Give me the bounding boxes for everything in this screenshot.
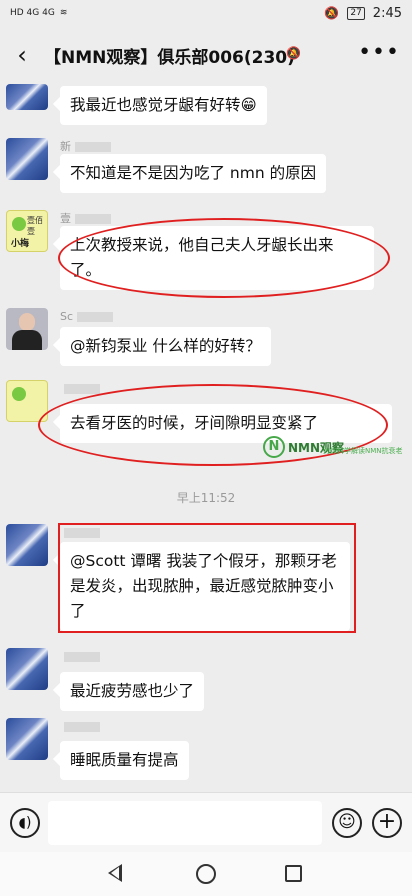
chat-area[interactable]: 我最近也感觉牙龈有好转😁 新 不知道是不是因为吃了 nmn 的原因 壹佰壹 小梅… [0, 84, 412, 792]
message-text: 我最近也感觉牙龈有好转😁 [70, 96, 257, 114]
input-bar: ◖) ☺ + [0, 792, 412, 852]
message-text: 去看牙医的时候，牙间隙明显变紧了 [70, 414, 319, 432]
message-bubble[interactable]: 睡眠质量有提高 [60, 741, 189, 780]
avatar[interactable] [6, 524, 48, 566]
emoji-icon[interactable]: ☺ [332, 808, 362, 838]
nav-recents-icon[interactable] [285, 865, 302, 882]
message-bubble[interactable]: 上次教授来说，他自己夫人牙龈长出来了。 [60, 226, 374, 290]
timestamp: 早上11:52 [176, 491, 236, 505]
chevron-left-icon[interactable]: ‹ [8, 41, 36, 69]
clock: 2:45 [372, 5, 402, 21]
message-text: 不知道是不是因为吃了 nmn 的原因 [70, 164, 317, 182]
battery-level: 27 [347, 6, 365, 20]
message-text: @新钧泵业 什么样的好转？ [70, 337, 261, 355]
avatar-brand-text: 壹佰壹 [27, 216, 43, 236]
avatar[interactable] [6, 718, 48, 760]
sender-name [60, 720, 120, 734]
wifi-icon: ≋ [59, 8, 68, 18]
avatar[interactable] [6, 308, 48, 350]
message-text: 睡眠质量有提高 [70, 751, 179, 769]
avatar[interactable]: 壹佰壹 小梅 [6, 210, 48, 252]
mute-bell-icon: 🔕 [286, 46, 301, 60]
nmn-logo-icon: N [263, 436, 285, 458]
brand-watermark: N NMN观察 为你科学解读NMN抗衰老 [263, 432, 403, 462]
nav-home-icon[interactable] [196, 864, 216, 884]
nav-back-icon[interactable] [108, 864, 122, 882]
message-bubble[interactable]: 我最近也感觉牙龈有好转😁 [60, 86, 267, 125]
sender-name: Sc [60, 310, 120, 324]
sender-name [60, 650, 120, 664]
sender-name [60, 382, 120, 396]
logo-icon [12, 217, 26, 231]
more-icon[interactable]: ••• [358, 40, 400, 65]
sender-name [60, 526, 120, 540]
message-bubble[interactable]: 最近疲劳感也少了 [60, 672, 205, 711]
voice-input-icon[interactable]: ◖) [10, 808, 40, 838]
status-bar: HD 4G 4G ≋ 🔕 27 2:45 [0, 0, 412, 26]
message-text: @Scott 谭曙 我装了个假牙，那颗牙老是发炎，出现脓肿，最近感觉脓肿变小了 [70, 552, 337, 620]
status-right: 🔕 27 2:45 [324, 6, 402, 21]
avatar[interactable] [6, 84, 48, 110]
sender-name: 壹 [60, 210, 120, 225]
signal-text: HD 4G 4G [10, 8, 55, 18]
chat-title: 【NMN观察】俱乐部006(230) [44, 48, 295, 68]
message-bubble[interactable]: 不知道是不是因为吃了 nmn 的原因 [60, 154, 327, 193]
logo-icon [12, 387, 26, 401]
avatar[interactable] [6, 138, 48, 180]
plus-icon[interactable]: + [372, 808, 402, 838]
signal-indicators: HD 4G 4G ≋ [10, 8, 67, 18]
message-input[interactable] [48, 801, 322, 845]
avatar-name-text: 小梅 [11, 239, 30, 249]
chat-header: ‹ 【NMN观察】俱乐部006(230) 🔕 ••• [0, 26, 412, 84]
avatar[interactable] [6, 648, 48, 690]
avatar[interactable] [6, 380, 48, 422]
message-text: 上次教授来说，他自己夫人牙龈长出来了。 [70, 236, 334, 279]
mute-notification-icon: 🔕 [324, 6, 340, 20]
message-bubble[interactable]: @新钧泵业 什么样的好转？ [60, 327, 271, 366]
watermark-subtitle: 为你科学解读NMN抗衰老 [323, 447, 403, 455]
message-bubble[interactable]: @Scott 谭曙 我装了个假牙，那颗牙老是发炎，出现脓肿，最近感觉脓肿变小了 [60, 542, 350, 631]
sender-name: 新 [60, 138, 120, 153]
system-nav-bar [0, 852, 412, 896]
message-text: 最近疲劳感也少了 [70, 682, 195, 700]
